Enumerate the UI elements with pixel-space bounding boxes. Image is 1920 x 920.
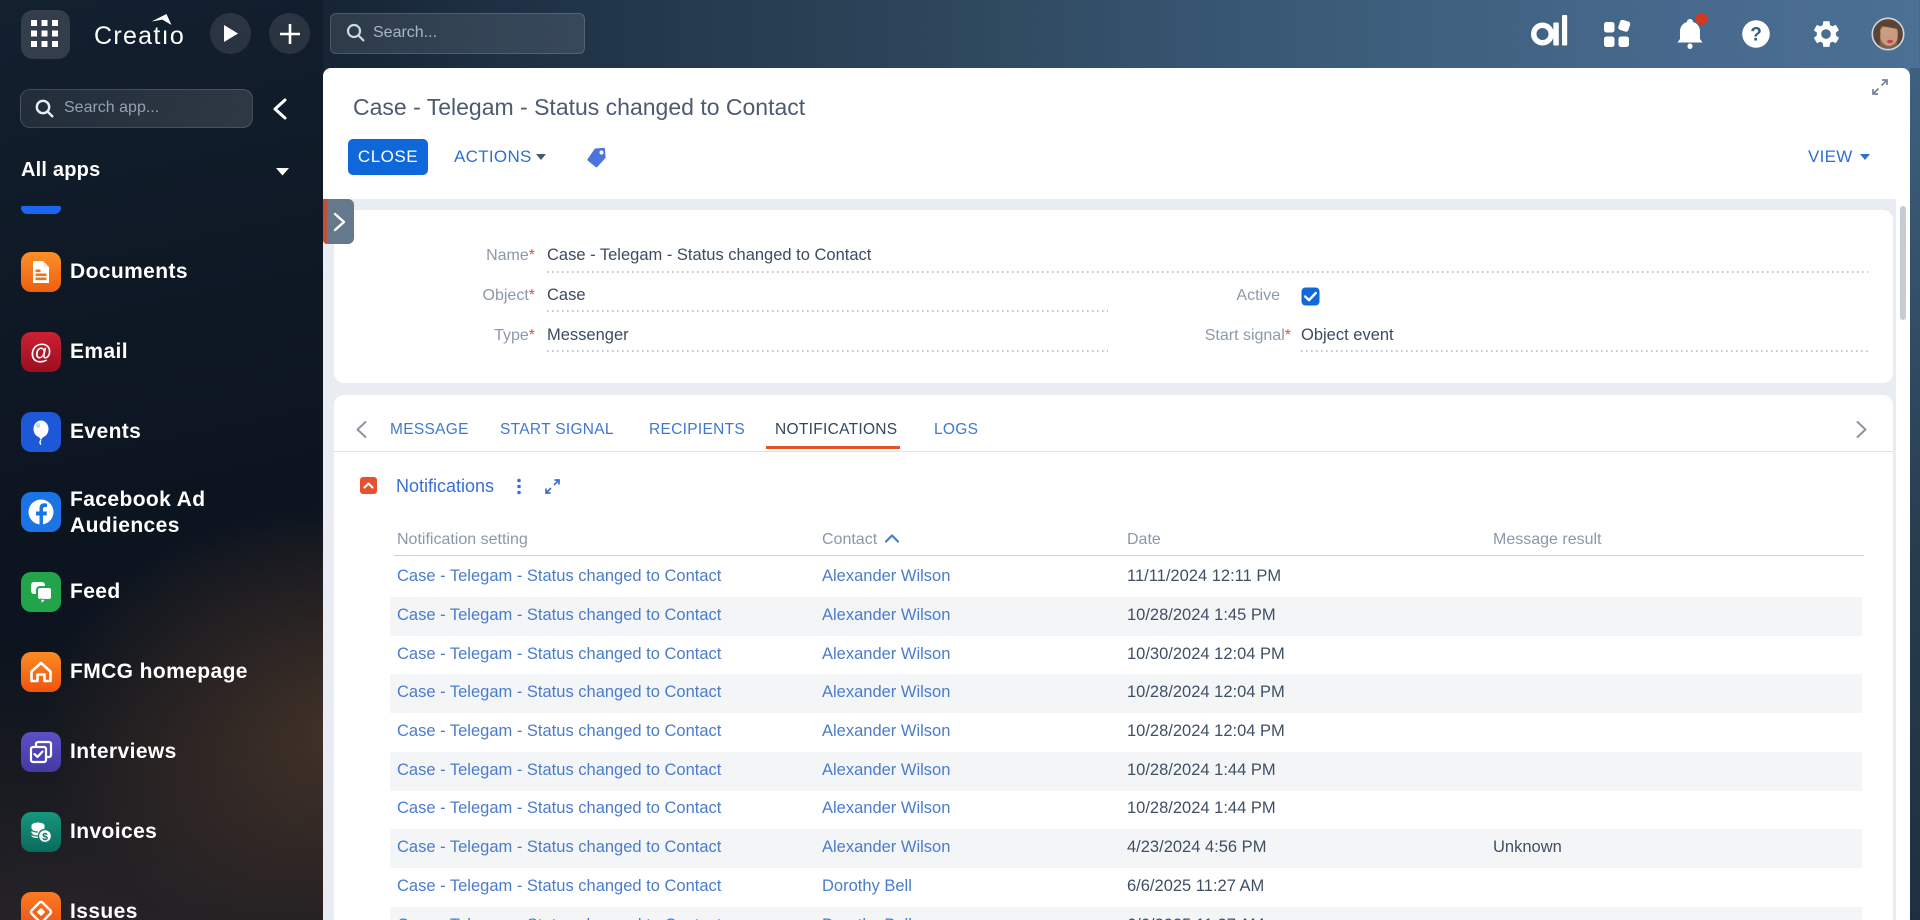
svg-text:$: $ bbox=[42, 831, 48, 843]
svg-text:?: ? bbox=[1750, 25, 1762, 46]
svg-text:@: @ bbox=[30, 340, 51, 365]
